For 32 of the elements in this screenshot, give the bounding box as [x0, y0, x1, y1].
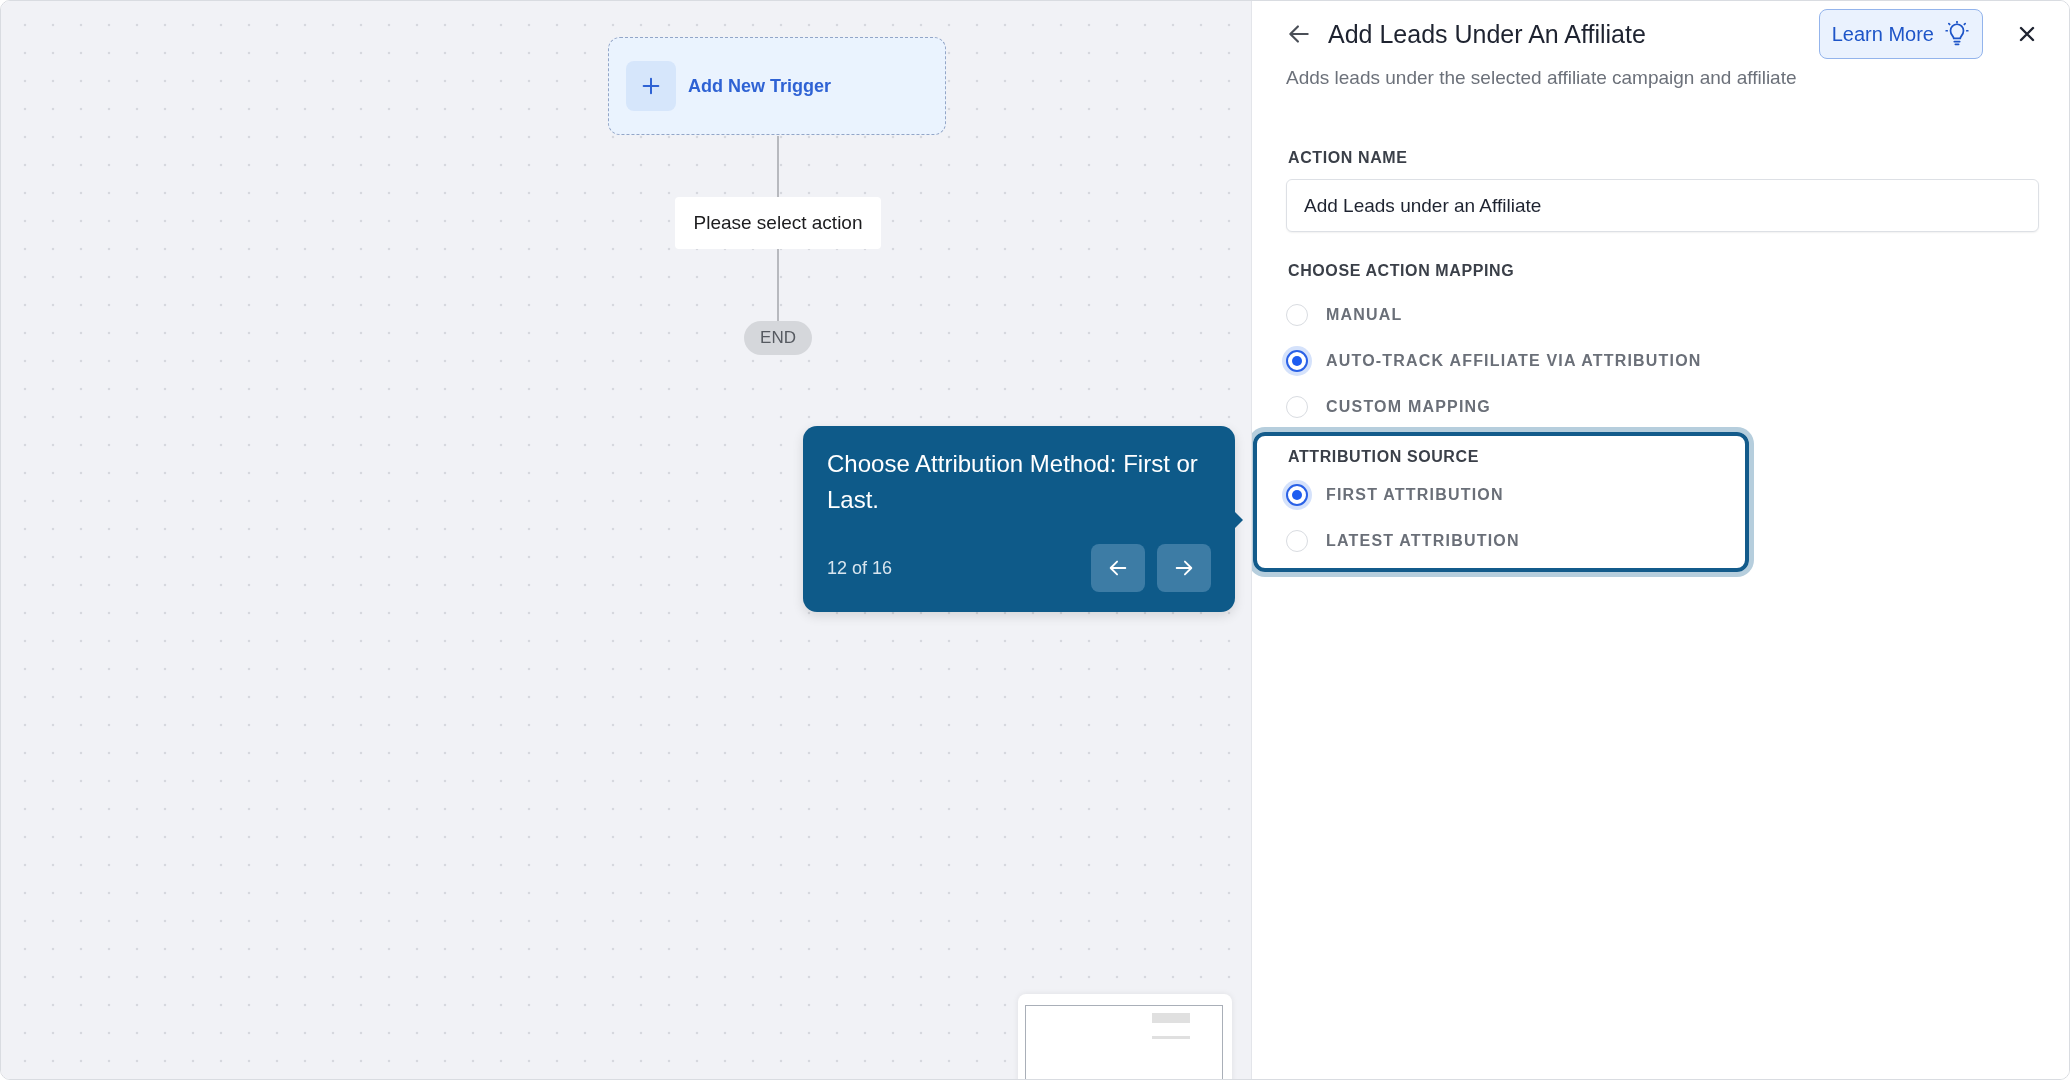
- connector-line: [777, 249, 779, 321]
- field-label: CHOOSE ACTION MAPPING: [1288, 262, 1516, 280]
- option-label[interactable]: AUTO-TRACK AFFILIATE VIA ATTRIBUTION: [1326, 352, 1702, 370]
- add-trigger-node[interactable]: Add New Trigger: [608, 37, 946, 135]
- minimap-node: [1152, 1013, 1190, 1023]
- next-button[interactable]: [1157, 544, 1211, 592]
- field-label: ACTION NAME: [1288, 149, 1409, 167]
- option-label[interactable]: LATEST ATTRIBUTION: [1326, 532, 1520, 550]
- step-counter: 12 of 16: [827, 557, 893, 579]
- option-label[interactable]: FIRST ATTRIBUTION: [1326, 486, 1504, 504]
- action-name-field[interactable]: Add Leads under an Affiliate: [1286, 179, 2039, 232]
- learn-more-button[interactable]: Learn More: [1818, 9, 1983, 59]
- radio-option[interactable]: MANUAL: [1286, 292, 2039, 338]
- radio-option[interactable]: CUSTOM MAPPING: [1286, 384, 2039, 430]
- radio-button[interactable]: [1286, 350, 1308, 372]
- option-label[interactable]: MANUAL: [1326, 306, 1403, 324]
- field-label: ATTRIBUTION SOURCE: [1288, 448, 1480, 466]
- connector-line: [777, 136, 779, 197]
- radio-button[interactable]: [1286, 484, 1308, 506]
- plus-icon: [640, 75, 662, 97]
- option-label[interactable]: CUSTOM MAPPING: [1326, 398, 1491, 416]
- radio-option[interactable]: AUTO-TRACK AFFILIATE VIA ATTRIBUTION: [1286, 338, 2039, 384]
- action-node[interactable]: Please select action: [675, 197, 881, 249]
- radio-option[interactable]: FIRST ATTRIBUTION: [1286, 472, 1745, 518]
- tooltip-text: Choose Attribution Method: First or Last.: [827, 449, 1199, 515]
- panel-description: Adds leads under the selected affiliate campaign and affiliate: [1286, 67, 1798, 89]
- panel-title: Add Leads Under An Affiliate: [1328, 19, 1647, 49]
- radio-option[interactable]: LATEST ATTRIBUTION: [1286, 518, 1745, 564]
- end-node: END: [744, 321, 812, 355]
- previous-button[interactable]: [1091, 544, 1145, 592]
- lightbulb-icon: [1944, 21, 1970, 47]
- trigger-label[interactable]: Add New Trigger: [688, 75, 831, 97]
